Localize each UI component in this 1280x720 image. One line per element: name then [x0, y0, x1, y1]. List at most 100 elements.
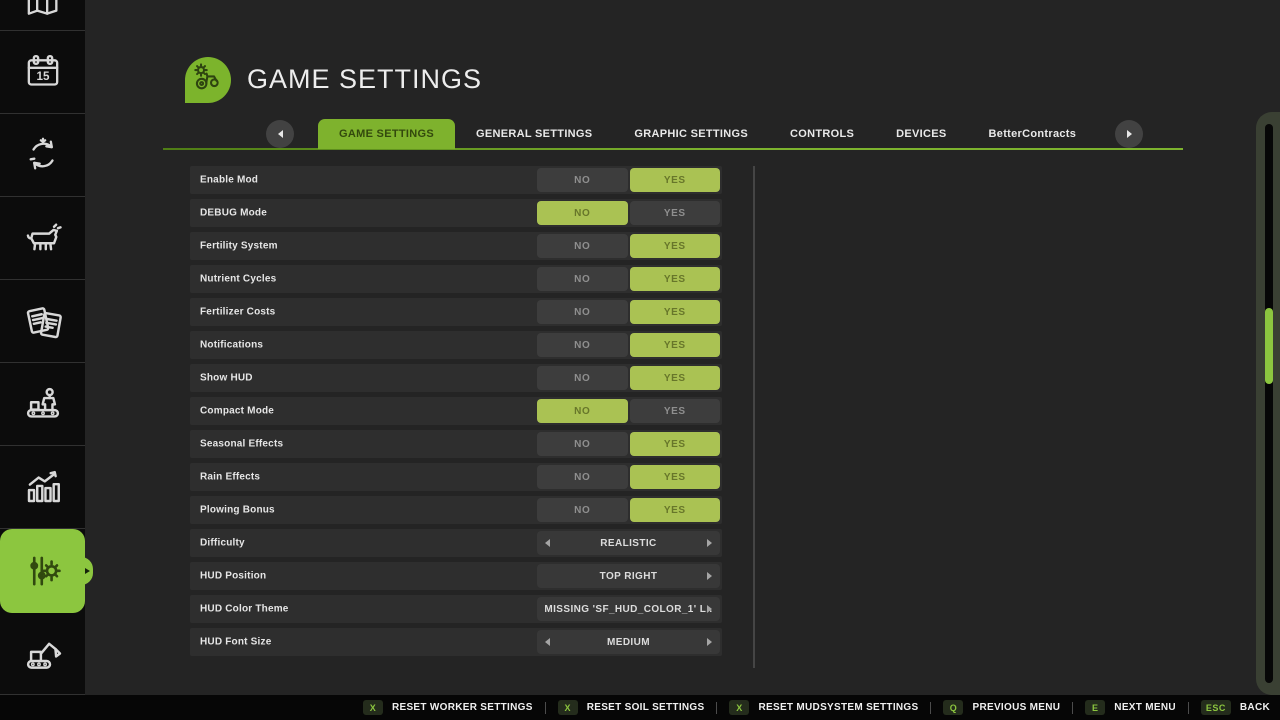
- toggle-yes-button[interactable]: YES: [630, 267, 721, 291]
- toggle-no-button[interactable]: NO: [537, 234, 628, 258]
- sidebar-item-contracts[interactable]: [0, 280, 85, 363]
- yes-no-toggle: NOYES: [537, 333, 720, 357]
- setting-label: Show HUD: [200, 373, 253, 384]
- toggle-no-button[interactable]: NO: [537, 465, 628, 489]
- keybind-previous-menu[interactable]: QPREVIOUS MENU: [943, 700, 1060, 715]
- selector-right-arrow-icon[interactable]: [707, 638, 712, 646]
- toggle-no-button[interactable]: NO: [537, 201, 628, 225]
- setting-row: HUD Font SizeMEDIUM: [190, 628, 722, 656]
- toggle-no-button[interactable]: NO: [537, 267, 628, 291]
- keybind-label: NEXT MENU: [1114, 702, 1176, 713]
- selector-value: REALISTIC: [600, 538, 656, 549]
- option-selector[interactable]: TOP RIGHT: [537, 564, 720, 588]
- yes-no-toggle: NOYES: [537, 201, 720, 225]
- sidebar-item-calendar[interactable]: 15: [0, 31, 85, 114]
- toggle-yes-button[interactable]: YES: [630, 168, 721, 192]
- yes-no-toggle: NOYES: [537, 399, 720, 423]
- page-scrollbar-thumb[interactable]: [1265, 308, 1273, 384]
- yes-no-toggle: NOYES: [537, 465, 720, 489]
- toggle-yes-button[interactable]: YES: [630, 366, 721, 390]
- tabs-previous-button[interactable]: [266, 120, 294, 148]
- tab-controls[interactable]: CONTROLS: [769, 119, 875, 149]
- selector-left-arrow-icon[interactable]: [545, 638, 550, 646]
- setting-label: Difficulty: [200, 538, 245, 549]
- sidebar-item-construction[interactable]: [0, 613, 85, 695]
- key-badge: X: [363, 700, 383, 715]
- sidebar-item-statistics[interactable]: [0, 446, 85, 529]
- setting-row: Fertilizer CostsNOYES: [190, 298, 722, 326]
- toggle-yes-button[interactable]: YES: [630, 333, 721, 357]
- tab-general-settings[interactable]: GENERAL SETTINGS: [455, 119, 613, 149]
- selector-right-arrow-icon[interactable]: [707, 572, 712, 580]
- setting-label: Compact Mode: [200, 406, 274, 417]
- calendar-icon: 15: [23, 52, 63, 92]
- chevron-right-icon: [1127, 130, 1132, 138]
- toggle-yes-button[interactable]: YES: [630, 234, 721, 258]
- keybind-back[interactable]: ESCBACK: [1201, 700, 1270, 715]
- toggle-no-button[interactable]: NO: [537, 399, 628, 423]
- option-selector[interactable]: MEDIUM: [537, 630, 720, 654]
- toggle-yes-button[interactable]: YES: [630, 399, 721, 423]
- option-selector[interactable]: REALISTIC: [537, 531, 720, 555]
- option-selector[interactable]: MISSING 'SF_HUD_COLOR_1' L..: [537, 597, 720, 621]
- toggle-yes-button[interactable]: YES: [630, 432, 721, 456]
- keybind-label: RESET WORKER SETTINGS: [392, 702, 533, 713]
- setting-label: Notifications: [200, 340, 263, 351]
- yes-no-toggle: NOYES: [537, 432, 720, 456]
- tractor-icon: [189, 59, 227, 102]
- tab-game-settings[interactable]: GAME SETTINGS: [318, 119, 455, 149]
- svg-text:15: 15: [36, 70, 49, 83]
- footer-divider: [1072, 702, 1073, 714]
- settings-scrollbar-track[interactable]: [753, 166, 755, 668]
- selector-left-arrow-icon[interactable]: [545, 539, 550, 547]
- tab-bettercontracts[interactable]: BetterContracts: [968, 119, 1098, 149]
- keybind-reset-soil-settings[interactable]: XRESET SOIL SETTINGS: [558, 700, 705, 715]
- animals-icon: [22, 217, 64, 259]
- toggle-no-button[interactable]: NO: [537, 333, 628, 357]
- setting-label: Seasonal Effects: [200, 439, 283, 450]
- tab-graphic-settings[interactable]: GRAPHIC SETTINGS: [613, 119, 769, 149]
- keybind-next-menu[interactable]: E NEXT MENU: [1085, 700, 1176, 715]
- construction-icon: [22, 633, 64, 675]
- settings-icon: [22, 550, 64, 592]
- toggle-no-button[interactable]: NO: [537, 300, 628, 324]
- keybind-reset-mudsystem-settings[interactable]: XRESET MUDSYSTEM SETTINGS: [729, 700, 918, 715]
- key-badge: E: [1085, 700, 1105, 715]
- selector-value: TOP RIGHT: [600, 571, 658, 582]
- sidebar-item-production[interactable]: [0, 363, 85, 446]
- tab-devices[interactable]: DEVICES: [875, 119, 967, 149]
- toggle-yes-button[interactable]: YES: [630, 498, 721, 522]
- statistics-icon: [22, 466, 64, 508]
- tab-strip: GAME SETTINGSGENERAL SETTINGSGRAPHIC SET…: [318, 119, 1097, 149]
- sidebar-item-settings[interactable]: [0, 529, 85, 613]
- keybind-label: PREVIOUS MENU: [972, 702, 1060, 713]
- keybind-reset-worker-settings[interactable]: X RESET WORKER SETTINGS: [363, 700, 533, 715]
- toggle-yes-button[interactable]: YES: [630, 465, 721, 489]
- chevron-left-icon: [278, 130, 283, 138]
- yes-no-toggle: NOYES: [537, 498, 720, 522]
- toggle-no-button[interactable]: NO: [537, 498, 628, 522]
- toggle-no-button[interactable]: NO: [537, 366, 628, 390]
- toggle-no-button[interactable]: NO: [537, 432, 628, 456]
- toggle-yes-button[interactable]: YES: [630, 201, 721, 225]
- setting-row: Fertility SystemNOYES: [190, 232, 722, 260]
- sidebar-item-map[interactable]: [0, 0, 85, 31]
- selector-right-arrow-icon[interactable]: [707, 605, 712, 613]
- sidebar-item-crop-rotation[interactable]: [0, 114, 85, 197]
- sidebar-item-animals[interactable]: [0, 197, 85, 280]
- page-scrollbar-track[interactable]: [1265, 124, 1273, 683]
- contracts-icon: [22, 300, 64, 342]
- footer-divider: [930, 702, 931, 714]
- production-icon: [22, 383, 64, 425]
- setting-row: DEBUG ModeNOYES: [190, 199, 722, 227]
- setting-row: Show HUD NOYES: [190, 364, 722, 392]
- footer-divider: [716, 702, 717, 714]
- toggle-no-button[interactable]: NO: [537, 168, 628, 192]
- keybind-footer: X RESET WORKER SETTINGS XRESET SOIL SETTIN…: [0, 695, 1280, 720]
- footer-divider: [545, 702, 546, 714]
- setting-label: Rain Effects: [200, 472, 260, 483]
- toggle-yes-button[interactable]: YES: [630, 300, 721, 324]
- selector-right-arrow-icon[interactable]: [707, 539, 712, 547]
- keybind-label: RESET SOIL SETTINGS: [587, 702, 705, 713]
- tabs-next-button[interactable]: [1115, 120, 1143, 148]
